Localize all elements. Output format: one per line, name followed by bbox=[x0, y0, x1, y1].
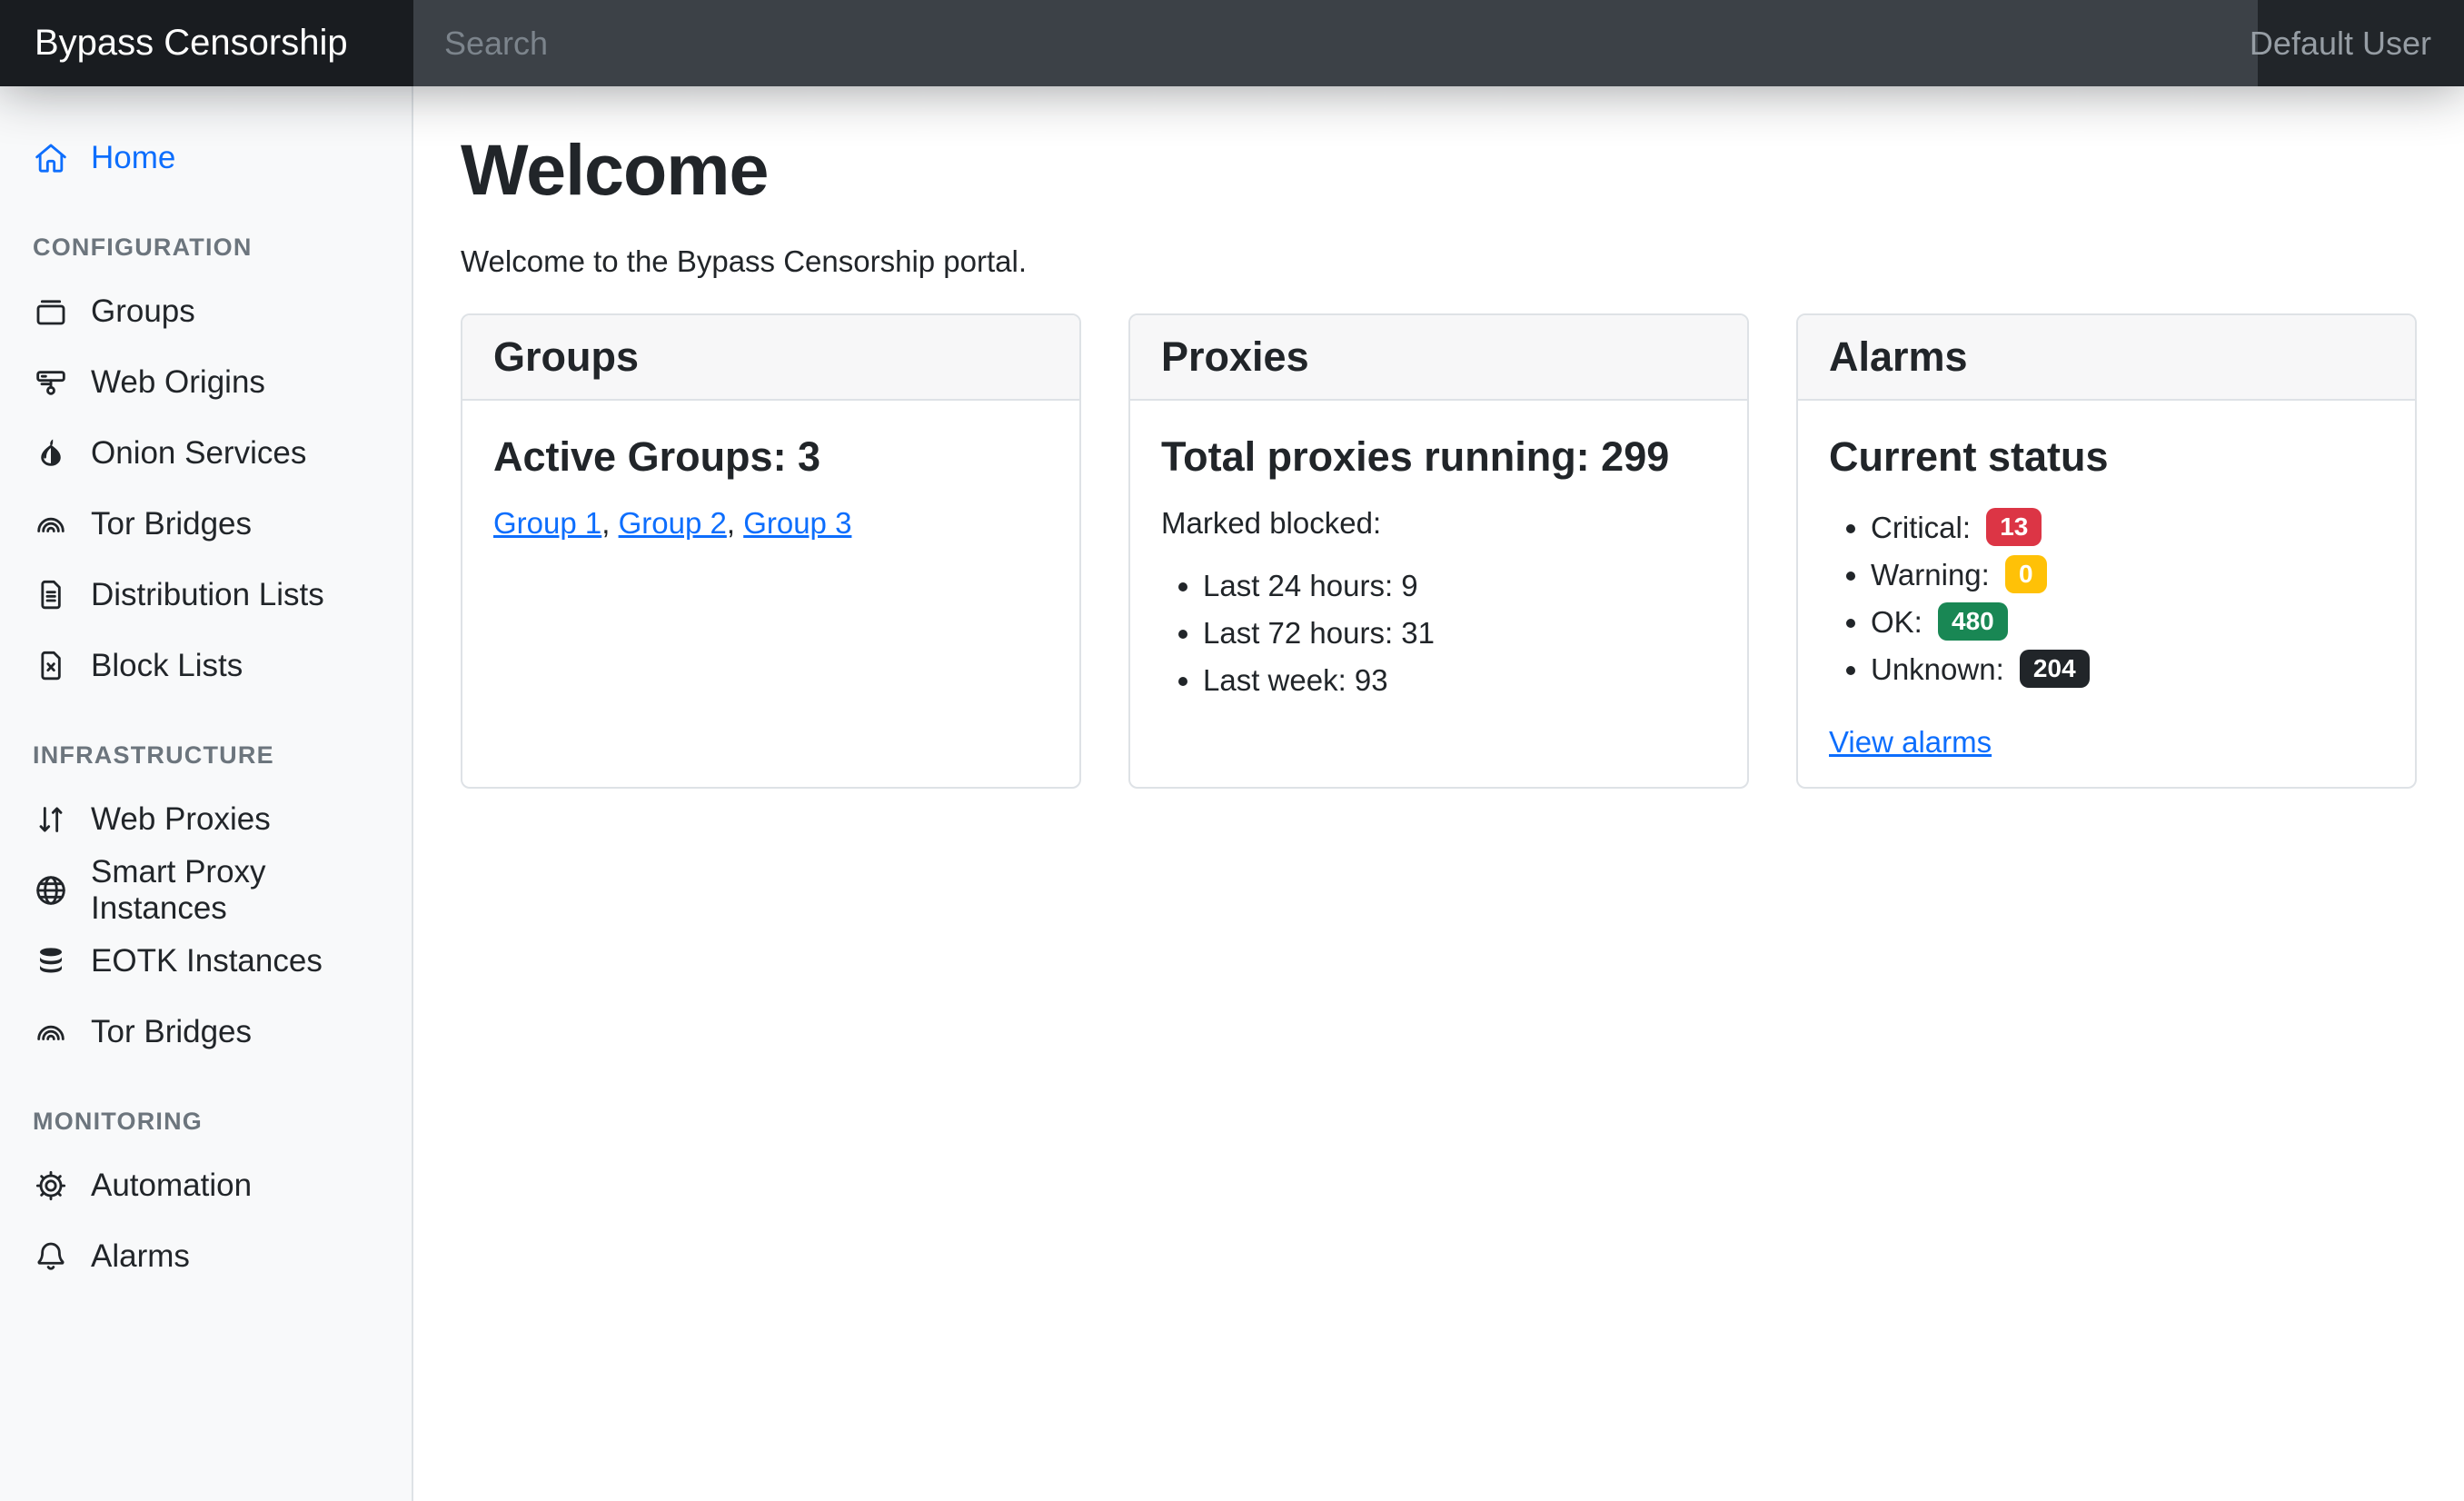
groups-card: Groups Active Groups: 3 Group 1, Group 2… bbox=[461, 313, 1081, 789]
separator: , bbox=[727, 506, 743, 540]
sidebar-section-title: INFRASTRUCTURE bbox=[0, 741, 412, 770]
sidebar-item-smart-proxy-instances[interactable]: Smart Proxy Instances bbox=[0, 855, 412, 926]
unknown-label: Unknown: bbox=[1871, 652, 2004, 686]
user-menu[interactable]: Default User bbox=[2258, 0, 2464, 86]
sidebar-item-label: Tor Bridges bbox=[91, 506, 252, 542]
sidebar-item-label: EOTK Instances bbox=[91, 943, 323, 979]
summary-cards: Groups Active Groups: 3 Group 1, Group 2… bbox=[461, 313, 2417, 789]
sidebar-item-groups[interactable]: Groups bbox=[0, 276, 412, 347]
sidebar-item-label: Home bbox=[91, 140, 175, 176]
rainbow-icon bbox=[33, 1014, 69, 1050]
sidebar-item-tor-bridges[interactable]: Tor Bridges bbox=[0, 489, 412, 560]
arrow-down-up-icon bbox=[33, 801, 69, 838]
ok-badge: 480 bbox=[1938, 602, 2008, 641]
total-proxies-heading: Total proxies running: 299 bbox=[1161, 433, 1716, 481]
main-content: Welcome Welcome to the Bypass Censorship… bbox=[413, 86, 2464, 1501]
rainbow-icon bbox=[33, 506, 69, 542]
groups-card-title: Groups bbox=[462, 315, 1079, 401]
blocked-proxies-list: Last 24 hours: 9 Last 72 hours: 31 Last … bbox=[1161, 564, 1716, 706]
list-item: Warning: 0 bbox=[1871, 553, 2384, 597]
house-icon bbox=[33, 140, 69, 176]
sidebar-item-onion-services[interactable]: Onion Services bbox=[0, 418, 412, 489]
alarms-card: Alarms Current status Critical: 13 Warni… bbox=[1796, 313, 2417, 789]
ok-label: OK: bbox=[1871, 605, 1923, 639]
sidebar-item-label: Smart Proxy Instances bbox=[91, 854, 379, 927]
sidebar-item-label: Onion Services bbox=[91, 435, 306, 472]
group-1-link[interactable]: Group 1 bbox=[493, 506, 601, 540]
sidebar-item-label: Alarms bbox=[91, 1238, 190, 1275]
sidebar-section-title: CONFIGURATION bbox=[0, 234, 412, 262]
warning-label: Warning: bbox=[1871, 558, 1990, 591]
sidebar-item-label: Groups bbox=[91, 293, 195, 330]
sidebar-item-distribution-lists[interactable]: Distribution Lists bbox=[0, 560, 412, 631]
server-network-icon bbox=[33, 364, 69, 401]
app-brand[interactable]: Bypass Censorship bbox=[0, 0, 413, 86]
sidebar-section-title: MONITORING bbox=[0, 1108, 412, 1136]
warning-badge: 0 bbox=[2005, 555, 2047, 593]
alarms-card-title: Alarms bbox=[1798, 315, 2415, 401]
collection-icon bbox=[33, 293, 69, 330]
sidebar-item-label: Web Origins bbox=[91, 364, 265, 401]
sidebar-item-tor-bridges-infra[interactable]: Tor Bridges bbox=[0, 997, 412, 1068]
marked-blocked-label: Marked blocked: bbox=[1161, 506, 1716, 541]
active-groups-heading: Active Groups: 3 bbox=[493, 433, 1048, 481]
list-item: Critical: 13 bbox=[1871, 506, 2384, 550]
sidebar-item-label: Automation bbox=[91, 1168, 252, 1204]
sidebar-item-block-lists[interactable]: Block Lists bbox=[0, 631, 412, 701]
critical-badge: 13 bbox=[1986, 508, 2042, 546]
gear-icon bbox=[33, 1168, 69, 1204]
sidebar-item-automation[interactable]: Automation bbox=[0, 1150, 412, 1221]
proxies-card-title: Proxies bbox=[1130, 315, 1747, 401]
file-text-icon bbox=[33, 577, 69, 613]
separator: , bbox=[601, 506, 618, 540]
list-item: Last 72 hours: 31 bbox=[1203, 611, 1716, 655]
sidebar-item-label: Tor Bridges bbox=[91, 1014, 252, 1050]
current-status-heading: Current status bbox=[1829, 433, 2384, 481]
sidebar-item-label: Distribution Lists bbox=[91, 577, 324, 613]
top-navbar: Bypass Censorship Default User bbox=[0, 0, 2464, 86]
sidebar-item-alarms[interactable]: Alarms bbox=[0, 1221, 412, 1292]
group-2-link[interactable]: Group 2 bbox=[619, 506, 727, 540]
sidebar-section-monitoring: MONITORING Automation Alarms bbox=[0, 1108, 412, 1292]
list-item: Last 24 hours: 9 bbox=[1203, 564, 1716, 608]
page-title: Welcome bbox=[461, 128, 2417, 212]
list-item: OK: 480 bbox=[1871, 601, 2384, 644]
list-item: Last week: 93 bbox=[1203, 659, 1716, 702]
sidebar-item-web-proxies[interactable]: Web Proxies bbox=[0, 784, 412, 855]
sidebar-item-home[interactable]: Home bbox=[0, 123, 412, 194]
proxies-card: Proxies Total proxies running: 299 Marke… bbox=[1128, 313, 1749, 789]
sidebar: Home CONFIGURATION Groups Web Origins bbox=[0, 86, 413, 1501]
sidebar-item-web-origins[interactable]: Web Origins bbox=[0, 347, 412, 418]
critical-label: Critical: bbox=[1871, 511, 1971, 544]
view-alarms-link[interactable]: View alarms bbox=[1829, 725, 1992, 759]
unknown-badge: 204 bbox=[2020, 650, 2090, 688]
sidebar-section-configuration: CONFIGURATION Groups Web Origins Onion S… bbox=[0, 234, 412, 701]
group-links: Group 1, Group 2, Group 3 bbox=[493, 506, 1048, 541]
page-subtitle: Welcome to the Bypass Censorship portal. bbox=[461, 244, 2417, 279]
list-item: Unknown: 204 bbox=[1871, 648, 2384, 691]
bell-icon bbox=[33, 1238, 69, 1275]
sidebar-item-label: Block Lists bbox=[91, 648, 243, 684]
group-3-link[interactable]: Group 3 bbox=[743, 506, 851, 540]
database-icon bbox=[33, 943, 69, 979]
alarm-status-list: Critical: 13 Warning: 0 OK: 480 Unknow bbox=[1829, 506, 2384, 694]
search-input[interactable] bbox=[413, 0, 2258, 86]
onion-icon bbox=[33, 435, 69, 472]
sidebar-section-infrastructure: INFRASTRUCTURE Web Proxies Smart Proxy I… bbox=[0, 741, 412, 1068]
sidebar-item-label: Web Proxies bbox=[91, 801, 271, 838]
file-x-icon bbox=[33, 648, 69, 684]
globe-icon bbox=[33, 872, 69, 909]
sidebar-item-eotk-instances[interactable]: EOTK Instances bbox=[0, 926, 412, 997]
